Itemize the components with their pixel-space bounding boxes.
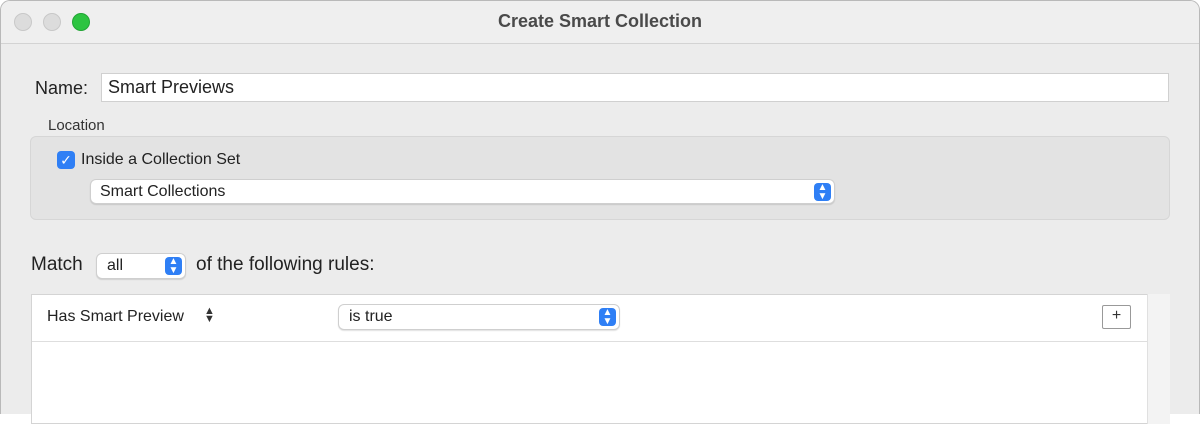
collection-set-popup[interactable]: Smart Collections ▲ ▼ <box>90 179 835 204</box>
chevron-up-down-icon: ▲ ▼ <box>814 182 831 201</box>
match-popup[interactable]: all ▲ ▼ <box>96 253 186 279</box>
inside-collection-set-checkbox[interactable]: ✓ <box>57 151 75 169</box>
location-group <box>30 136 1170 220</box>
inside-collection-set-label[interactable]: Inside a Collection Set <box>81 151 240 169</box>
rule-operator-value: is true <box>349 308 393 325</box>
rule-operator-popup[interactable]: is true ▲ ▼ <box>338 304 620 330</box>
chevron-up-down-icon[interactable]: ▲ ▼ <box>204 306 215 325</box>
add-rule-button[interactable]: + <box>1102 305 1131 329</box>
rules-scrollbar[interactable] <box>1147 294 1170 424</box>
title-bar: Create Smart Collection <box>1 1 1199 44</box>
name-input[interactable]: Smart Previews <box>101 73 1169 102</box>
window-title: Create Smart Collection <box>497 11 703 31</box>
name-label: Name: <box>35 78 89 98</box>
location-label: Location <box>48 117 105 134</box>
match-label: Match <box>31 254 83 275</box>
match-value: all <box>107 257 124 274</box>
chevron-up-down-icon: ▲ ▼ <box>165 257 182 276</box>
match-suffix-label: of the following rules: <box>196 254 375 275</box>
rule-field-popup[interactable]: Has Smart Preview <box>47 308 184 326</box>
chevron-up-down-icon: ▲ ▼ <box>599 308 616 327</box>
checkmark-icon: ✓ <box>60 152 72 168</box>
collection-set-value: Smart Collections <box>100 183 226 200</box>
